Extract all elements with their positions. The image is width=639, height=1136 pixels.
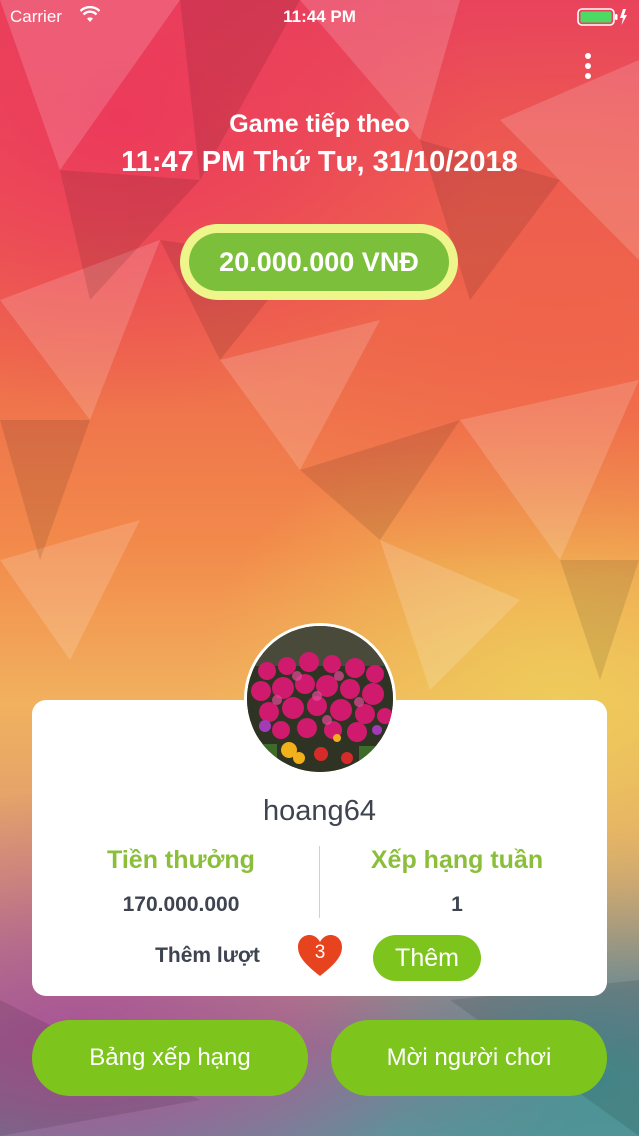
add-turns-label: Thêm lượt [155, 944, 260, 967]
prize-amount: 20.000.000 VNĐ [189, 233, 449, 291]
add-turns-button[interactable]: Thêm [373, 935, 481, 981]
status-time: 11:44 PM [283, 7, 356, 26]
next-game-info: Game tiếp theo 11:47 PM Thứ Tư, 31/10/20… [0, 108, 639, 182]
flower-image [247, 626, 393, 772]
reward-value: 170.000.000 [122, 893, 240, 916]
invite-players-button[interactable]: Mời người chơi [331, 1020, 607, 1096]
avatar-photo [247, 626, 393, 772]
weekly-rank-label: Xếp hạng tuần [370, 846, 544, 874]
status-bar: Carrier 11:44 PM [0, 0, 639, 34]
battery-icon [577, 8, 627, 26]
weekly-rank-value: 1 [451, 893, 463, 916]
reward-label: Tiền thưởng [107, 846, 255, 874]
next-game-datetime: 11:47 PM Thứ Tư, 31/10/2018 [121, 146, 518, 178]
lives-count: 3 [314, 942, 326, 963]
next-game-label: Game tiếp theo [229, 110, 410, 138]
more-vertical-icon[interactable] [578, 50, 598, 84]
avatar[interactable] [244, 623, 396, 775]
leaderboard-button[interactable]: Bảng xếp hạng [32, 1020, 308, 1096]
prize-badge: 20.000.000 VNĐ [180, 224, 458, 300]
username: hoang64 [263, 795, 376, 827]
